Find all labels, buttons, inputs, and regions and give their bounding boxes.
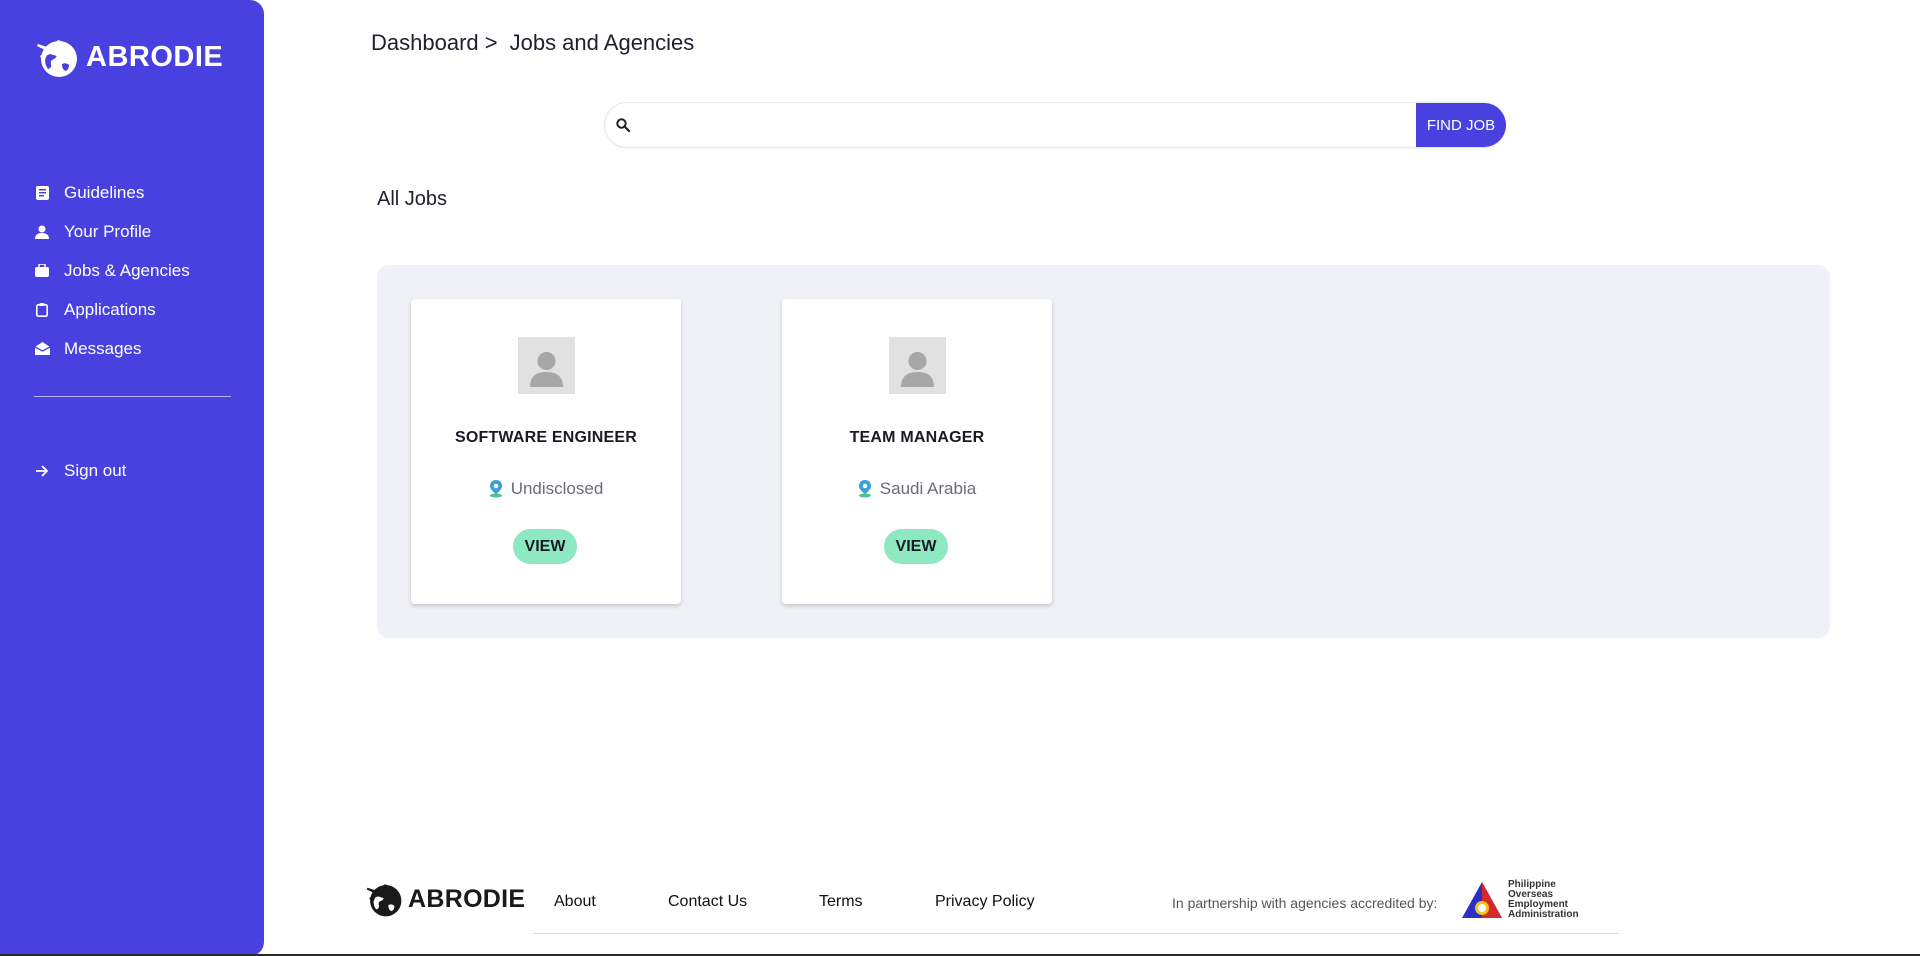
poea-logo: Philippine Overseas Employment Administr… xyxy=(1460,880,1588,920)
sidebar-item-label: Your Profile xyxy=(64,221,152,241)
person-silhouette-icon xyxy=(530,352,563,387)
sidebar-nav: Guidelines Your Profile Jobs & Agencies … xyxy=(34,173,234,368)
sidebar-item-messages[interactable]: Messages xyxy=(34,329,234,368)
sidebar-item-label: Messages xyxy=(64,338,142,358)
brand-name: ABRODIE xyxy=(86,40,224,73)
sidebar-item-your-profile[interactable]: Your Profile xyxy=(34,212,234,251)
poea-emblem-icon xyxy=(1462,882,1502,918)
briefcase-icon xyxy=(34,263,50,279)
view-job-button[interactable]: VIEW xyxy=(884,529,948,564)
view-job-button[interactable]: VIEW xyxy=(513,529,577,564)
sidebar-item-applications[interactable]: Applications xyxy=(34,290,234,329)
sidebar-item-label: Jobs & Agencies xyxy=(64,260,190,280)
sidebar-divider xyxy=(34,396,231,397)
sign-out-label: Sign out xyxy=(64,460,127,480)
job-title: SOFTWARE ENGINEER xyxy=(454,429,638,446)
job-card: SOFTWARE ENGINEER Undisclosed VIEW xyxy=(411,299,681,604)
section-title: All Jobs xyxy=(377,188,448,210)
footer-link-terms[interactable]: Terms xyxy=(819,893,935,911)
breadcrumb-current: Jobs and Agencies xyxy=(509,30,695,55)
footer-link-about[interactable]: About xyxy=(554,893,668,911)
partner-text: In partnership with agencies accredited … xyxy=(1172,895,1438,911)
job-card: TEAM MANAGER Saudi Arabia VIEW xyxy=(782,299,1052,604)
person-silhouette-icon xyxy=(901,352,934,387)
person-icon xyxy=(34,224,50,240)
location-pin-icon xyxy=(489,480,502,498)
sidebar-item-jobs-agencies[interactable]: Jobs & Agencies xyxy=(34,251,234,290)
poea-name: Philippine Overseas Employment Administr… xyxy=(1508,880,1588,920)
footer-logo[interactable]: ABRODIE xyxy=(364,879,525,919)
poea-line: Administration xyxy=(1508,909,1579,920)
search-input[interactable] xyxy=(641,103,1416,147)
job-location: Undisclosed xyxy=(411,479,681,499)
sidebar-item-label: Applications xyxy=(64,299,156,319)
clipboard-icon xyxy=(34,302,50,318)
globe-plane-icon xyxy=(37,40,77,77)
avatar-placeholder xyxy=(889,337,946,394)
job-title: TEAM MANAGER xyxy=(849,429,985,446)
footer-links: About Contact Us Terms Privacy Policy xyxy=(554,893,1035,911)
envelope-open-icon xyxy=(34,341,50,357)
sign-out-button[interactable]: Sign out xyxy=(34,451,126,490)
job-search-bar: FIND JOB xyxy=(604,102,1506,148)
job-location: Saudi Arabia xyxy=(782,479,1052,499)
location-text: Undisclosed xyxy=(510,479,604,498)
jobs-panel: SOFTWARE ENGINEER Undisclosed VIEW TEAM … xyxy=(377,265,1830,638)
location-text: Saudi Arabia xyxy=(879,479,977,498)
brand-logo[interactable]: ABRODIE xyxy=(34,34,223,80)
location-pin-icon xyxy=(858,480,871,498)
footer-link-privacy-policy[interactable]: Privacy Policy xyxy=(935,893,1035,911)
globe-plane-icon xyxy=(366,884,402,917)
avatar-placeholder xyxy=(518,337,575,394)
sidebar: ABRODIE Guidelines Your Profile Jobs & A… xyxy=(0,0,264,956)
sidebar-item-label: Guidelines xyxy=(64,182,145,202)
document-icon xyxy=(34,185,50,201)
breadcrumb: Dashboard > Jobs and Agencies xyxy=(371,30,694,56)
sidebar-item-guidelines[interactable]: Guidelines xyxy=(34,173,234,212)
footer-brand-name: ABRODIE xyxy=(408,884,526,913)
footer-link-contact-us[interactable]: Contact Us xyxy=(668,893,819,911)
footer-divider xyxy=(533,933,1619,934)
search-icon xyxy=(616,118,631,133)
find-job-button[interactable]: FIND JOB xyxy=(1416,103,1506,147)
arrow-right-icon xyxy=(34,463,50,479)
breadcrumb-root[interactable]: Dashboard > xyxy=(371,30,498,56)
